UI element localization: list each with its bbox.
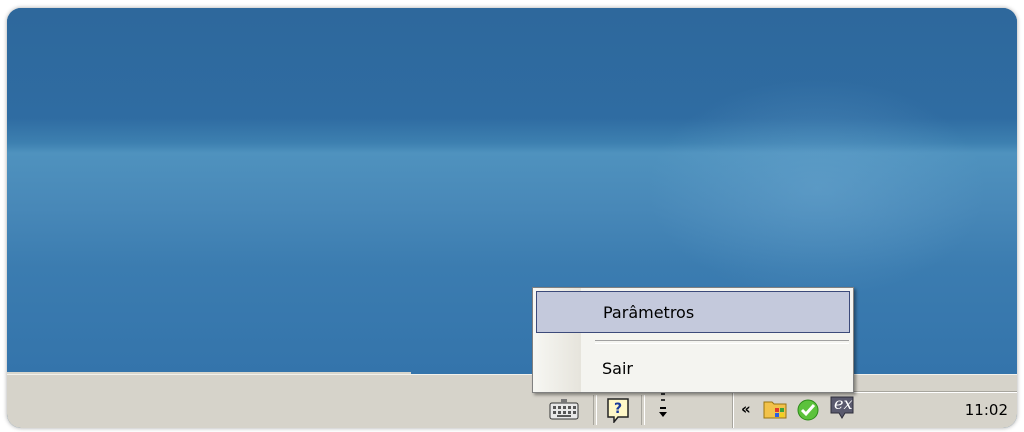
taskbar: ? « ex 11:02: [7, 374, 1017, 428]
ex-app-label: ex: [834, 394, 853, 413]
security-check-icon[interactable]: [793, 394, 823, 426]
svg-text:?: ?: [614, 401, 622, 417]
screen-frame: ? « ex 11:02: [7, 8, 1017, 428]
help-icon[interactable]: ?: [603, 395, 633, 425]
menu-item-sair[interactable]: Sair: [536, 349, 848, 387]
toolbar-options-icon[interactable]: [653, 391, 673, 425]
toolbar-separator: [593, 395, 597, 425]
system-tray: « ex 11:02: [732, 391, 1017, 428]
toolbar-separator: [641, 395, 645, 425]
menu-item-parametros[interactable]: Parâmetros: [536, 291, 850, 333]
context-menu: Parâmetros Sair: [532, 287, 854, 393]
ex-app-icon[interactable]: ex: [827, 394, 857, 422]
menu-separator: [595, 340, 849, 344]
tray-icons: ex: [761, 394, 857, 426]
folder-network-icon[interactable]: [761, 394, 789, 426]
desktop-glow: [647, 78, 987, 298]
show-hidden-icons-button[interactable]: «: [741, 400, 751, 418]
menu-item-label: Parâmetros: [603, 303, 695, 322]
clock[interactable]: 11:02: [965, 401, 1008, 419]
keyboard-icon[interactable]: [547, 395, 581, 425]
menu-item-label: Sair: [602, 359, 633, 378]
